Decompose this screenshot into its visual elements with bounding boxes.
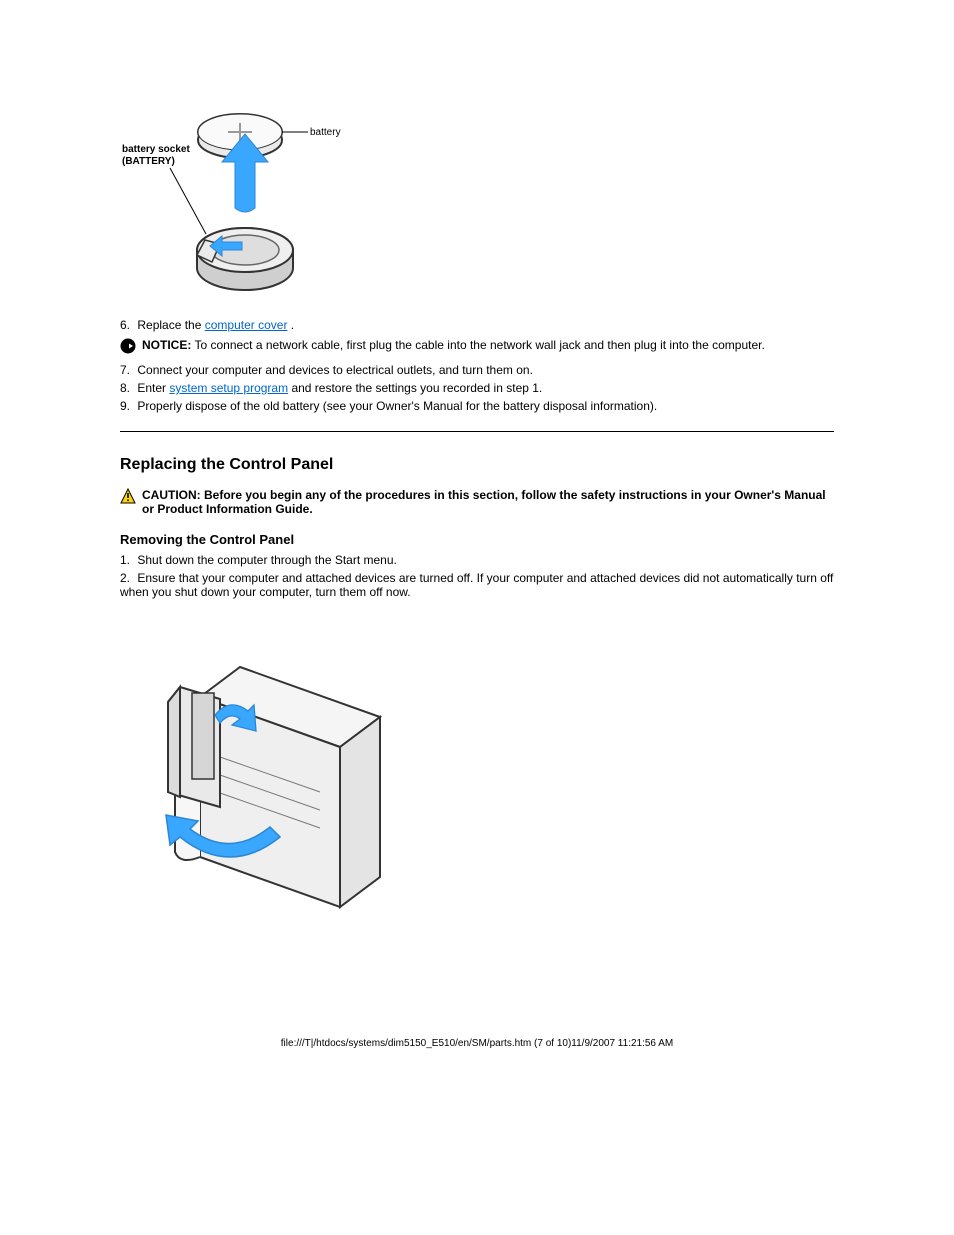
removal-step-1-number: 1. [120,553,130,567]
section-divider [120,431,834,432]
link-computer-cover[interactable]: computer cover [205,318,288,332]
figure-battery-removal: battery battery socket (BATTERY) [120,90,834,310]
removal-step-2-number: 2. [120,571,130,585]
step-8-text-before: Enter [137,381,169,395]
step-7-text: Connect your computer and devices to ele… [137,363,533,377]
label-socket-line2: (BATTERY) [122,156,175,167]
figure-control-panel-removal [120,607,834,930]
caution-icon [120,488,136,507]
section-title: Replacing the Control Panel [120,456,834,474]
notice-label: NOTICE: [142,338,191,352]
removal-step-1-text: Shut down the computer through the Start… [137,553,397,567]
caution-body: Before you begin any of the procedures i… [142,488,826,516]
step-8-text-after: and restore the settings you recorded in… [291,381,542,395]
page-footer: file:///T|/htdocs/systems/dim5150_E510/e… [0,1038,954,1049]
step-6-text-before: Replace the [137,318,204,332]
removal-step-2-text: Ensure that your computer and attached d… [120,571,833,599]
caution-text: CAUTION: Before you begin any of the pro… [142,488,834,516]
step-8-number: 8. [120,381,130,395]
removal-step-1: 1. Shut down the computer through the St… [120,553,834,567]
label-socket-line1: battery socket [122,144,190,155]
step-7-number: 7. [120,363,130,377]
removal-step-2: 2. Ensure that your computer and attache… [120,571,834,599]
step-7: 7. Connect your computer and devices to … [120,363,834,377]
notice-body: To connect a network cable, first plug t… [194,338,764,352]
step-9: 9. Properly dispose of the old battery (… [120,399,834,413]
footer-info: (7 of 10)11/9/2007 11:21:56 AM [531,1038,673,1049]
step-6-text-after: . [291,318,294,332]
step-6: 6. Replace the computer cover . [120,318,834,332]
step-8: 8. Enter system setup program and restor… [120,381,834,395]
notice-icon [120,338,136,357]
link-system-setup-program[interactable]: system setup program [169,381,288,395]
notice-text: NOTICE: To connect a network cable, firs… [142,338,834,352]
step-6-number: 6. [120,318,130,332]
step-9-number: 9. [120,399,130,413]
footer-url: file:///T|/htdocs/systems/dim5150_E510/e… [281,1038,531,1049]
step-9-text: Properly dispose of the old battery (see… [137,399,657,413]
battery-diagram-svg: battery battery socket (BATTERY) [120,90,380,310]
caution-label: CAUTION: [142,488,201,502]
control-panel-diagram-svg [120,607,440,927]
label-battery: battery [310,127,341,138]
subhead-removing-control-panel: Removing the Control Panel [120,532,834,547]
